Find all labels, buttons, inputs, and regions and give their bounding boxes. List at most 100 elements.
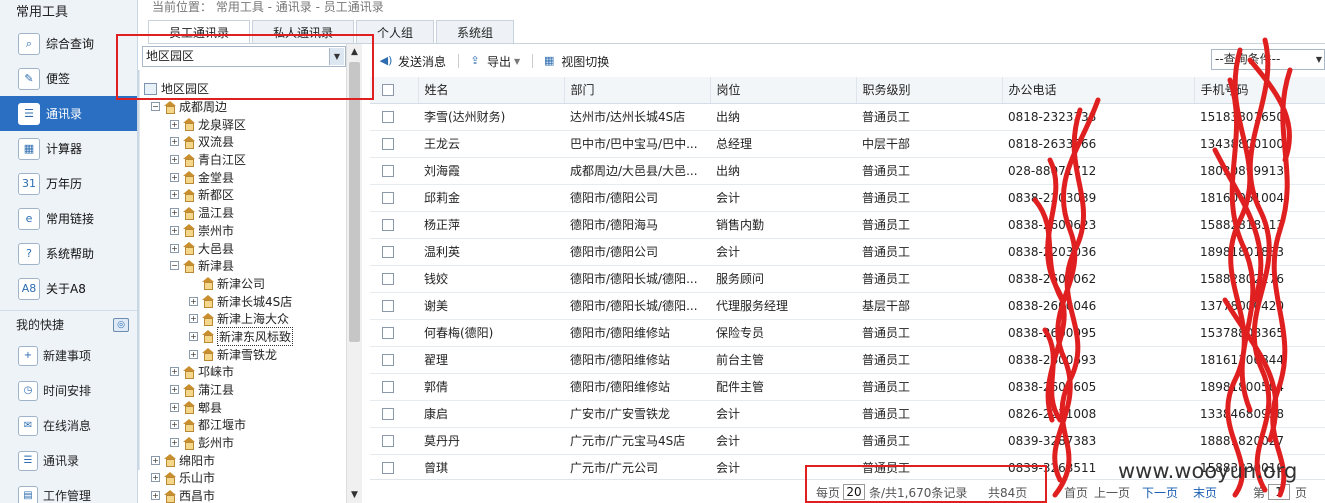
quick-item-3[interactable]: ☰ 通讯录 (0, 443, 137, 478)
table-row[interactable]: 康启 广安市/广安雪铁龙 会计 普通员工 0826-2271008 13384680958 (370, 400, 1325, 428)
first-page-link[interactable]: 首页 (1064, 484, 1088, 501)
table-row[interactable]: 谢美 德阳市/德阳长城/德阳... 代理服务经理 基层干部 0838-2600046 13… (370, 292, 1325, 320)
sidebar-item-6[interactable]: ? 系统帮助 (0, 236, 137, 271)
row-checkbox[interactable] (382, 138, 394, 150)
expand-icon[interactable]: + (151, 473, 160, 483)
tree-node[interactable]: + 崇州市 (144, 222, 344, 240)
tree-node[interactable]: − 成都周边 (144, 98, 344, 116)
table-row[interactable]: 莫丹丹 广元市/广元宝马4S店 会计 普通员工 0839-3287383 18881820… (370, 427, 1325, 455)
view-switch-button[interactable]: ▦ 视图切换 (541, 53, 609, 70)
expand-icon[interactable]: + (189, 349, 198, 359)
tree-node[interactable]: + 大邑县 (144, 239, 344, 257)
expand-icon[interactable]: + (170, 119, 179, 129)
tree-node[interactable]: + 双流县 (144, 133, 344, 151)
tree-node[interactable]: + 温江县 (144, 204, 344, 222)
row-checkbox[interactable] (382, 435, 394, 447)
tree-node[interactable]: + 郫县 (144, 398, 344, 416)
expand-icon[interactable]: + (170, 243, 179, 253)
expand-icon[interactable]: + (170, 420, 179, 430)
tree-node[interactable]: + 新津上海大众 (144, 310, 344, 328)
tab-3[interactable]: 系统组 (436, 20, 515, 44)
chevron-down-icon[interactable]: ▼ (1316, 50, 1322, 69)
tree-node[interactable]: + 蒲江县 (144, 381, 344, 399)
sidebar-item-3[interactable]: ▦ 计算器 (0, 131, 137, 166)
send-message-button[interactable]: ◀) 发送消息 (378, 53, 446, 70)
tree-node[interactable]: − 新津县 (144, 257, 344, 275)
expand-icon[interactable]: + (170, 137, 179, 147)
tree-node[interactable]: + 新津雪铁龙 (144, 345, 344, 363)
query-condition-select[interactable]: --查询条件-- ▼ (1211, 49, 1325, 70)
row-checkbox[interactable] (382, 300, 394, 312)
column-header[interactable]: 职务级别 (856, 77, 1003, 104)
scroll-down-icon[interactable]: ▼ (347, 487, 362, 503)
tree-node[interactable]: + 青白江区 (144, 151, 344, 169)
last-page-link[interactable]: 末页 (1193, 484, 1217, 501)
tree-node[interactable]: + 彭州市 (144, 434, 344, 452)
expand-icon[interactable]: + (170, 190, 179, 200)
tree-node[interactable]: 新津公司 (144, 275, 344, 293)
tree-node[interactable]: + 龙泉驿区 (144, 115, 344, 133)
table-row[interactable]: 刘海霞 成都周边/大邑县/大邑... 出纳 普通员工 028-88071712 18030… (370, 157, 1325, 185)
sidebar-item-2[interactable]: ☰ 通讯录 (0, 96, 137, 131)
expand-icon[interactable]: + (189, 296, 198, 306)
row-checkbox[interactable] (382, 462, 394, 474)
table-row[interactable]: 何春梅(德阳) 德阳市/德阳维修站 保险专员 普通员工 0838-2600095 1537… (370, 319, 1325, 347)
expand-icon[interactable]: + (170, 438, 179, 448)
column-header[interactable]: 办公电话 (1002, 77, 1195, 104)
tree-node[interactable]: + 邛崃市 (144, 363, 344, 381)
expand-icon[interactable]: + (170, 402, 179, 412)
tree-node[interactable]: + 新津长城4S店 (144, 292, 344, 310)
tree-node[interactable]: + 乐山市 (144, 469, 344, 487)
table-row[interactable]: 翟理 德阳市/德阳维修站 前台主管 普通员工 0838-2600693 181613008… (370, 346, 1325, 374)
table-row[interactable]: 钱姣 德阳市/德阳长城/德阳... 服务顾问 普通员工 0838-2600062 1588… (370, 265, 1325, 293)
quick-item-2[interactable]: ✉ 在线消息 (0, 408, 137, 443)
expand-icon[interactable]: + (151, 455, 160, 465)
page-number-input[interactable]: 1 (1268, 484, 1290, 500)
table-row[interactable]: 郭倩 德阳市/德阳维修站 配件主管 普通员工 0838-2600605 189818005… (370, 373, 1325, 401)
row-checkbox[interactable] (382, 246, 394, 258)
tree-node[interactable]: + 绵阳市 (144, 451, 344, 469)
quick-item-1[interactable]: ◷ 时间安排 (0, 373, 137, 408)
quick-item-4[interactable]: ▤ 工作管理 (0, 478, 137, 503)
row-checkbox[interactable] (382, 327, 394, 339)
row-checkbox[interactable] (382, 192, 394, 204)
tree-scrollbar[interactable]: ▲ ▼ (346, 44, 362, 503)
row-checkbox[interactable] (382, 354, 394, 366)
scroll-thumb[interactable] (349, 62, 360, 342)
quick-item-0[interactable]: + 新建事项 (0, 338, 137, 373)
collapse-icon[interactable]: − (170, 261, 179, 271)
expand-icon[interactable]: + (170, 367, 179, 377)
expand-icon[interactable]: + (151, 491, 160, 501)
column-header[interactable]: 手机号码 (1194, 77, 1325, 104)
expand-icon[interactable]: + (170, 172, 179, 182)
column-header[interactable]: 岗位 (710, 77, 857, 104)
tree-node[interactable]: + 西昌市 (144, 487, 344, 503)
expand-icon[interactable]: + (170, 225, 179, 235)
expand-icon[interactable]: + (170, 155, 179, 165)
tree-node[interactable]: + 都江堰市 (144, 416, 344, 434)
settings-icon[interactable]: ◎ (113, 317, 129, 332)
tree-node[interactable]: + 新都区 (144, 186, 344, 204)
tree-node[interactable]: + 新津东风标致 (144, 326, 344, 346)
expand-icon[interactable]: + (189, 331, 198, 341)
row-checkbox[interactable] (382, 408, 394, 420)
expand-icon[interactable]: + (170, 385, 179, 395)
row-checkbox[interactable] (382, 273, 394, 285)
next-page-link[interactable]: 下一页 (1142, 484, 1178, 501)
table-row[interactable]: 李雪(达州财务) 达州市/达州长城4S店 出纳 普通员工 0818-2323338 151… (370, 103, 1325, 131)
row-checkbox[interactable] (382, 111, 394, 123)
row-checkbox[interactable] (382, 219, 394, 231)
row-checkbox[interactable] (382, 165, 394, 177)
table-row[interactable]: 杨正萍 德阳市/德阳海马 销售内勤 普通员工 0838-2600623 158828183… (370, 211, 1325, 239)
select-all-checkbox[interactable] (382, 84, 394, 97)
sidebar-item-5[interactable]: e 常用链接 (0, 201, 137, 236)
sidebar-item-4[interactable]: 31 万年历 (0, 166, 137, 201)
expand-icon[interactable]: + (170, 208, 179, 218)
column-header[interactable]: 姓名 (418, 77, 565, 104)
expand-icon[interactable]: + (189, 314, 198, 324)
table-row[interactable]: 王龙云 巴中市/巴中宝马/巴中... 总经理 中层干部 0818-2633566 1343… (370, 130, 1325, 158)
export-button[interactable]: ⇪ 导出 ▼ (467, 53, 520, 70)
collapse-icon[interactable]: − (151, 102, 160, 112)
sidebar-item-7[interactable]: A8 关于A8 (0, 271, 137, 306)
table-row[interactable]: 温利英 德阳市/德阳公司 会计 普通员工 0838-2203036 18981801883 (370, 238, 1325, 266)
